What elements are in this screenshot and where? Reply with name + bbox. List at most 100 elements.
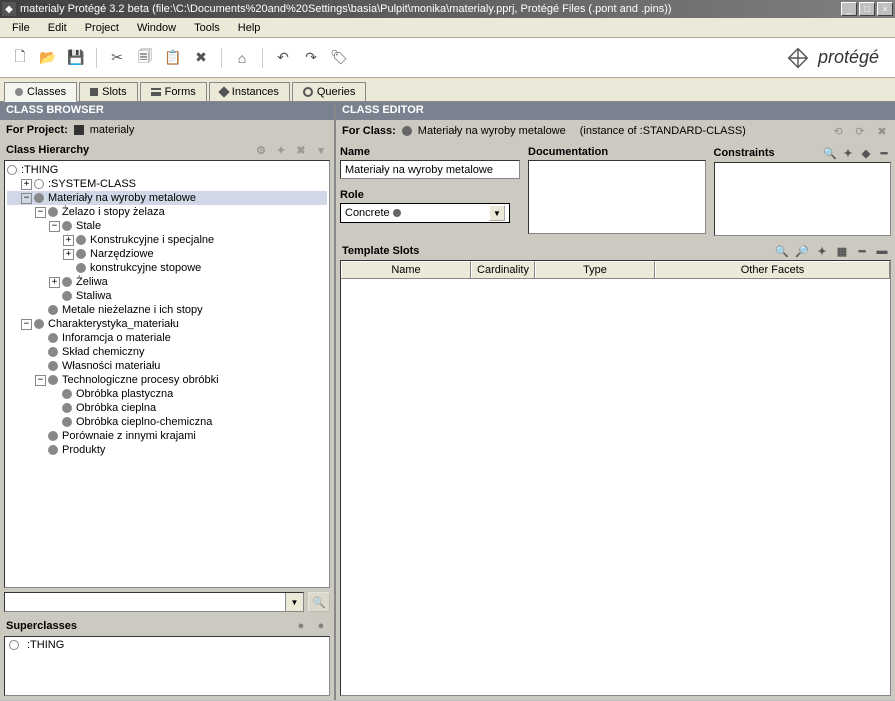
tree-label: Narzędziowe [90,248,154,260]
tree-node[interactable]: +Żeliwa [7,275,327,289]
template-slots-table[interactable]: Name Cardinality Type Other Facets [340,260,891,696]
constraints-label: Constraints [714,147,775,159]
tree-node-thing[interactable]: :THING [7,163,327,177]
collapse-icon[interactable]: − [21,319,32,330]
collapse-icon[interactable]: − [35,207,46,218]
expand-icon[interactable]: + [63,235,74,246]
maximize-button[interactable]: □ [859,2,875,16]
col-other-facets[interactable]: Other Facets [655,261,890,278]
tree-node[interactable]: Obróbka plastyczna [7,387,327,401]
tab-classes[interactable]: Classes [4,82,77,102]
create-slot-icon[interactable]: ✦ [815,244,829,258]
tab-queries[interactable]: Queries [292,82,367,101]
menu-window[interactable]: Window [129,20,184,36]
superclasses-list[interactable]: :THING [4,636,330,696]
override-slot-icon[interactable]: 🔎 [795,244,809,258]
class-icon [76,235,86,245]
constraints-input[interactable] [714,162,892,236]
view-icon[interactable]: ⚙ [254,143,268,157]
remove-slot-icon[interactable]: ━ [855,244,869,258]
tree-node[interactable]: Metale nieżelazne i ich stopy [7,303,327,317]
delete-icon[interactable]: ✖ [189,46,213,70]
delete-class-icon[interactable]: ✖ [294,143,308,157]
search-combo[interactable]: ▼ [4,592,304,612]
back-icon[interactable]: ⟲ [831,124,845,138]
add-slot-icon[interactable]: ▦ [835,244,849,258]
delete-slot-icon[interactable]: ▬ [875,244,889,258]
cut-icon[interactable]: ✂ [105,46,129,70]
tree-node[interactable]: konstrukcyjne stopowe [7,261,327,275]
open-icon[interactable]: 📂 [36,46,60,70]
add-super-icon[interactable]: ● [294,619,308,633]
documentation-input[interactable] [528,160,706,234]
tree-label: :SYSTEM-CLASS [48,178,136,190]
collapse-icon[interactable]: − [35,375,46,386]
col-type[interactable]: Type [535,261,655,278]
tree-node[interactable]: −Charakterystyka_materiału [7,317,327,331]
expand-icon[interactable]: + [63,249,74,260]
tree-node-system-class[interactable]: + :SYSTEM-CLASS [7,177,327,191]
slot-icon [90,88,98,96]
undo-icon[interactable]: ↶ [271,46,295,70]
archive-icon[interactable]: ⌂ [230,46,254,70]
class-tree[interactable]: :THING + :SYSTEM-CLASS −Materiały na wyro… [4,160,330,588]
dropdown-icon[interactable]: ▼ [489,205,505,221]
dropdown-icon[interactable]: ▼ [285,593,303,611]
view-slot-icon[interactable]: 🔍 [775,244,789,258]
close-editor-icon[interactable]: ✖ [875,124,889,138]
collapse-icon[interactable]: − [21,193,32,204]
tag-icon[interactable]: 🏷 [327,46,351,70]
add-constraint-icon[interactable]: ◆ [859,146,873,160]
expand-icon[interactable]: + [21,179,32,190]
tree-node[interactable]: Staliwa [7,289,327,303]
tree-label: Skład chemiczny [62,346,145,358]
tree-node-materialy[interactable]: −Materiały na wyroby metalowe [7,191,327,205]
menu-tools[interactable]: Tools [186,20,228,36]
tree-node[interactable]: −Technologiczne procesy obróbki [7,373,327,387]
role-select[interactable]: Concrete ▼ [340,203,510,223]
tab-instances[interactable]: Instances [209,82,290,101]
tree-node[interactable]: Produkty [7,443,327,457]
superclass-item[interactable]: :THING [9,639,325,651]
copy-icon[interactable]: 🗐 [133,46,157,70]
tree-node[interactable]: Własności materiału [7,359,327,373]
create-icon[interactable]: ✦ [274,143,288,157]
create-constraint-icon[interactable]: ✦ [841,146,855,160]
tree-node[interactable]: Skład chemiczny [7,345,327,359]
expand-icon[interactable]: + [49,277,60,288]
tree-node[interactable]: Obróbka cieplna [7,401,327,415]
view-constraint-icon[interactable]: 🔍 [823,146,837,160]
tree-node[interactable]: + Narzędziowe [7,247,327,261]
new-icon[interactable]: 🗋 [8,46,32,70]
col-name[interactable]: Name [341,261,471,278]
tree-node[interactable]: −Stale [7,219,327,233]
dropdown-icon[interactable]: ▾ [314,143,328,157]
tree-node[interactable]: −Żelazo i stopy żelaza [7,205,327,219]
remove-super-icon[interactable]: ● [314,619,328,633]
forward-icon[interactable]: ⟳ [853,124,867,138]
tree-node[interactable]: Inforamcja o materiale [7,331,327,345]
search-input[interactable] [5,593,285,611]
paste-icon[interactable]: 📋 [161,46,185,70]
menu-project[interactable]: Project [77,20,127,36]
tree-node[interactable]: Obróbka cieplno-chemiczna [7,415,327,429]
tree-node[interactable]: Porównaie z innymi krajami [7,429,327,443]
save-icon[interactable]: 💾 [64,46,88,70]
minimize-button[interactable]: _ [841,2,857,16]
template-slots-header: Template Slots 🔍 🔎 ✦ ▦ ━ ▬ [340,240,891,260]
name-input[interactable] [340,160,520,179]
class-icon [34,319,44,329]
search-button[interactable]: 🔍 [308,592,330,612]
menu-edit[interactable]: Edit [40,20,75,36]
menu-file[interactable]: File [4,20,38,36]
collapse-icon[interactable]: − [49,221,60,232]
remove-constraint-icon[interactable]: ━ [877,146,891,160]
close-button[interactable]: × [877,2,893,16]
col-cardinality[interactable]: Cardinality [471,261,535,278]
menu-help[interactable]: Help [230,20,269,36]
superclasses-header: Superclasses ● ● [0,616,334,636]
tab-forms[interactable]: Forms [140,82,207,101]
tree-node[interactable]: +Konstrukcyjne i specjalne [7,233,327,247]
redo-icon[interactable]: ↷ [299,46,323,70]
tab-slots[interactable]: Slots [79,82,137,101]
